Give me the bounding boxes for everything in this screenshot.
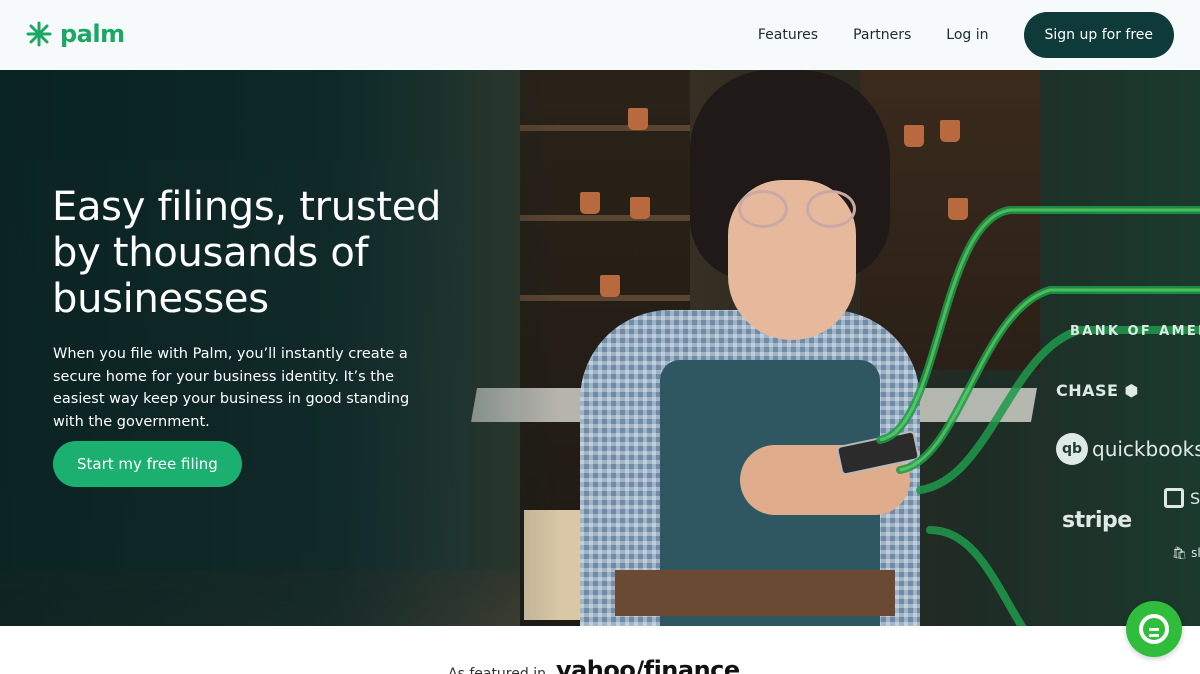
palm-logo[interactable]: palm: [26, 20, 125, 48]
quickbooks-logo: qb quickbooks: [1056, 433, 1200, 465]
square-logo-text: S: [1190, 488, 1200, 508]
chat-launcher-button[interactable]: [1126, 601, 1182, 657]
quickbooks-mark-icon: qb: [1056, 433, 1088, 465]
yahoo-finance-logo: yahoo/finance: [555, 656, 740, 674]
shopify-logo-text: sl: [1191, 546, 1200, 560]
hero-subcopy: When you file with Palm, you’ll instantl…: [53, 346, 410, 430]
square-icon: [1164, 488, 1184, 508]
quickbooks-logo-text: quickbooks: [1092, 437, 1200, 461]
chat-icon: [1139, 614, 1169, 644]
brand-name: palm: [60, 20, 125, 48]
chase-logo-text: CHASE: [1056, 381, 1119, 400]
bank-of-america-logo: BANK OF AMERIC: [1070, 324, 1200, 339]
featured-label: As featured in: [448, 666, 546, 674]
palm-asterisk-icon: [26, 21, 52, 47]
nav-partners-link[interactable]: Partners: [853, 27, 911, 43]
square-logo: S: [1164, 488, 1200, 508]
site-header: palm Features Partners Log in Sign up fo…: [0, 0, 1200, 70]
nav-login-link[interactable]: Log in: [946, 27, 988, 43]
hero-section: Easy filings, trusted by thousands of bu…: [0, 70, 1200, 626]
main-nav: Features Partners Log in Sign up for fre…: [758, 0, 1200, 70]
hero-headline: Easy filings, trusted by thousands of bu…: [52, 184, 442, 322]
stripe-logo: stripe: [1062, 508, 1132, 533]
chase-octagon-icon: ⬢: [1124, 381, 1140, 400]
start-filing-button[interactable]: Start my free filing: [53, 441, 242, 487]
shopify-logo: 🛍 sl: [1172, 546, 1200, 560]
glow-lines-decoration: [876, 206, 1200, 626]
shopify-bag-icon: 🛍: [1172, 546, 1188, 560]
chase-logo: CHASE ⬢: [1056, 381, 1139, 400]
featured-in-strip: As featured in yahoo/finance: [448, 656, 740, 674]
nav-features-link[interactable]: Features: [758, 27, 818, 43]
signup-button[interactable]: Sign up for free: [1023, 12, 1174, 58]
